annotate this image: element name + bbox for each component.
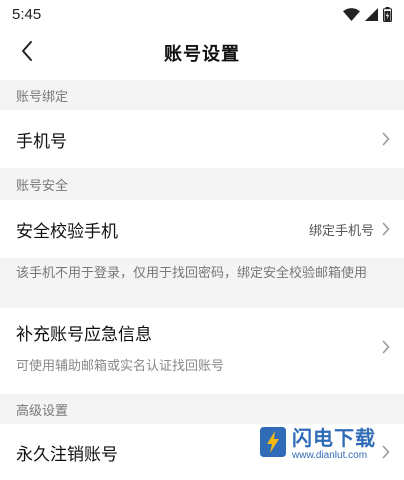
watermark: 闪电下载 www.dianlut.com bbox=[258, 420, 376, 468]
nav-bar: 账号设置 bbox=[0, 28, 404, 78]
emergency-info-row[interactable]: 补充账号应急信息 可使用辅助邮箱或实名认证找回账号 bbox=[0, 308, 404, 386]
emergency-info-label: 补充账号应急信息 bbox=[16, 325, 152, 345]
delete-account-label: 永久注销账号 bbox=[16, 444, 118, 465]
bind-phone-value: 绑定手机号 bbox=[308, 223, 374, 239]
emergency-info-subtitle: 可使用辅助邮箱或实名认证找回账号 bbox=[16, 359, 225, 374]
battery-icon bbox=[383, 6, 392, 22]
page-title: 账号设置 bbox=[164, 44, 240, 65]
wifi-icon bbox=[343, 7, 360, 21]
chevron-right-icon bbox=[382, 132, 390, 146]
watermark-url: www.dianlut.com bbox=[292, 449, 368, 461]
security-phone-note: 该手机不用于登录，仅用于找回密码，绑定安全校验邮箱使用 bbox=[0, 258, 404, 308]
lightning-logo-icon bbox=[258, 425, 288, 463]
status-time: 5:45 bbox=[12, 5, 42, 23]
chevron-right-icon bbox=[382, 340, 390, 354]
watermark-title: 闪电下载 bbox=[292, 425, 376, 450]
chevron-right-icon bbox=[382, 445, 390, 459]
security-verify-phone-label: 安全校验手机 bbox=[16, 221, 118, 242]
phone-number-row[interactable]: 手机号 bbox=[0, 110, 404, 168]
security-verify-phone-row[interactable]: 安全校验手机 绑定手机号 bbox=[0, 200, 404, 258]
status-icons bbox=[343, 6, 392, 22]
phone-number-label: 手机号 bbox=[16, 131, 67, 152]
back-button[interactable] bbox=[12, 38, 42, 68]
section-header-security: 账号安全 bbox=[0, 168, 404, 200]
section-header-binding: 账号绑定 bbox=[0, 80, 404, 110]
chevron-left-icon bbox=[20, 40, 34, 66]
status-bar: 5:45 bbox=[0, 0, 404, 28]
chevron-right-icon bbox=[382, 222, 390, 236]
cellular-signal-icon bbox=[365, 7, 378, 21]
